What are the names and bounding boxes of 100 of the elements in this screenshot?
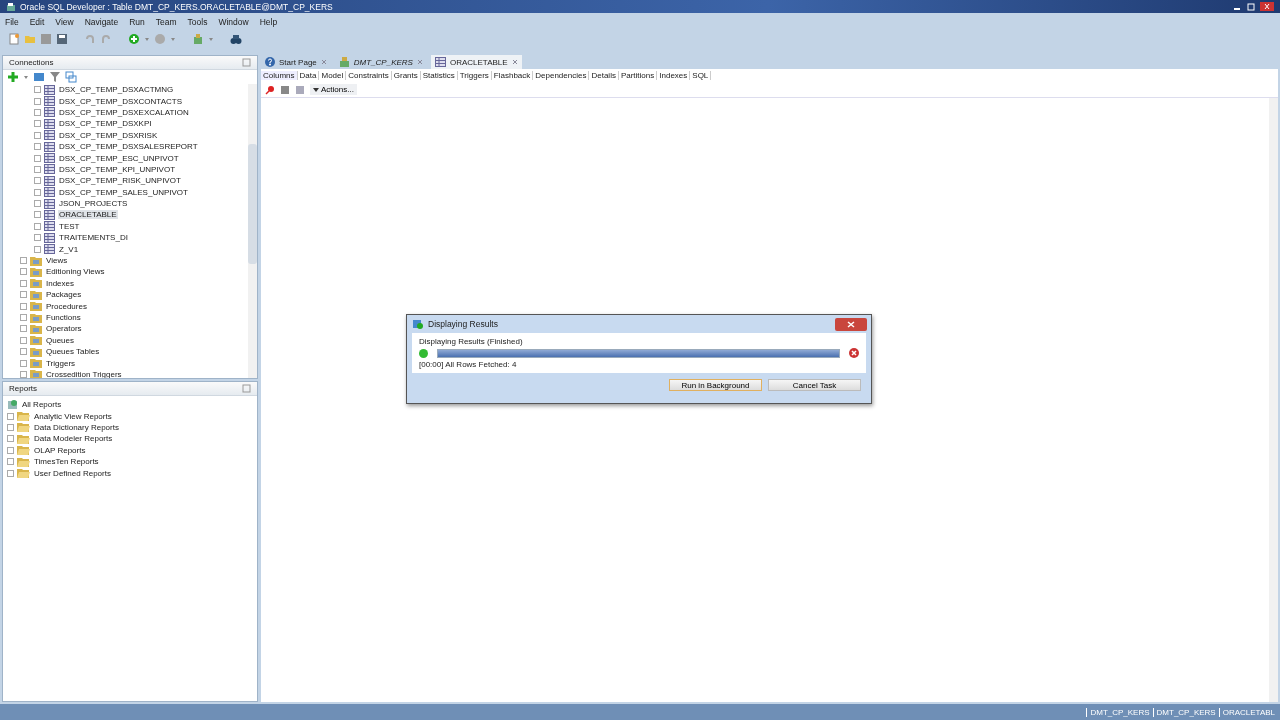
redo-icon[interactable] [100,32,112,45]
tree-item[interactable]: Z_V1 [58,244,80,254]
tree-item[interactable]: OLAP Reports [33,445,87,455]
tree-item[interactable]: TEST [58,221,81,231]
pin-icon[interactable] [265,84,275,95]
table-icon [44,244,55,255]
folder-icon [17,422,30,433]
tree-item[interactable]: DSX_CP_TEMP_DSXSALESREPORT [58,142,199,152]
tree-item[interactable]: DSX_CP_TEMP_SALES_UNPIVOT [58,187,189,197]
tree-item[interactable]: Functions [45,313,82,322]
subtab[interactable]: Constraints [346,71,392,80]
subtab[interactable]: Partitions [618,71,658,80]
tree-item[interactable]: Data Dictionary Reports [33,422,120,432]
new-file-icon[interactable] [8,32,20,45]
tree-item[interactable]: Indexes [45,278,76,288]
editor-tab[interactable]: Start Page [261,55,331,69]
subtab[interactable]: Statistics [420,71,458,80]
tree-item[interactable]: ORACLETABLE [58,210,118,220]
subtab[interactable]: Grants [391,71,421,80]
folder-icon [17,468,30,479]
status-text: ORACLETABL [1218,707,1278,717]
run-background-button[interactable]: Run in Background [669,379,762,391]
folder-icon [17,411,30,422]
tree-item[interactable]: DSX_CP_TEMP_DSXCONTACTS [58,96,183,106]
tree-item[interactable]: DSX_CP_TEMP_DSXACTMNG [58,85,175,95]
add-icon[interactable] [7,71,19,83]
folder-icon [17,433,30,444]
tree-item[interactable]: TRAITEMENTS_DI [58,233,129,243]
actions-button[interactable]: Actions... [310,84,357,95]
window-title: Oracle SQL Developer : Table DMT_CP_KERS.ORACLETABLE@DMT_CP_KERS [20,1,333,12]
close-icon[interactable] [835,317,867,331]
undo-icon[interactable] [84,32,96,45]
tree-item[interactable]: Queues [45,335,76,345]
table-icon [44,187,55,198]
app-icon [6,1,16,12]
panel-title: Reports [9,384,37,393]
table-icon [44,107,55,118]
subtab[interactable]: Flashback [491,71,534,80]
table-icon [44,221,55,232]
tree-item[interactable]: Crossedition Triggers [45,369,123,378]
menu-item[interactable]: Edit [29,16,45,27]
tree-item[interactable]: DSX_CP_TEMP_ESC_UNPIVOT [58,153,180,163]
subtab[interactable]: Triggers [457,71,492,80]
tree-item[interactable]: Editioning Views [45,267,106,277]
menu-item[interactable]: Navigate [84,16,119,27]
close-icon[interactable] [320,59,327,65]
tree-item[interactable]: DSX_CP_TEMP_RISK_UNPIVOT [58,176,182,186]
close-icon[interactable] [416,59,423,65]
tree-item[interactable]: All Reports [21,400,63,410]
caret-icon [313,86,319,93]
table-icon [44,210,55,220]
close-icon[interactable] [511,59,518,65]
menu-item[interactable]: Window [218,16,249,27]
subtab[interactable]: SQL [690,71,712,80]
schema-icon[interactable] [65,71,77,83]
subtab[interactable]: Data [297,71,320,80]
table-icon [44,164,55,175]
tree-item[interactable]: Queues Tables [45,347,101,357]
tree-item[interactable]: DSX_CP_TEMP_DSXEXCALATION [58,107,190,117]
scrollbar-thumb[interactable] [248,144,257,264]
menu-item[interactable]: View [55,16,74,27]
menu-item[interactable]: Run [129,16,145,27]
tree-item[interactable]: Triggers [45,358,77,368]
database-icon[interactable] [192,32,204,45]
menu-item[interactable]: Team [155,16,177,27]
scrollbar[interactable] [1269,98,1278,702]
tree-item[interactable]: DSX_CP_TEMP_DSXKPI [58,119,153,129]
folder-icon [30,346,42,357]
table-icon [44,232,55,243]
subtab[interactable]: Details [589,71,619,80]
subtab[interactable]: Indexes [657,71,691,80]
maximize-icon[interactable] [1246,2,1256,11]
subtab[interactable]: Columns [261,71,298,80]
folder-icon [30,301,42,312]
tree-item[interactable]: Analytic View Reports [33,411,113,421]
subtab[interactable]: Dependencies [533,71,590,80]
menu-item[interactable]: Help [259,16,278,27]
cancel-icon[interactable] [849,348,859,358]
tree-item[interactable]: Views [45,256,69,266]
close-icon[interactable] [1260,2,1274,11]
tree-item[interactable]: User Defined Reports [33,468,112,478]
save-all-icon[interactable] [56,32,68,45]
tree-item[interactable]: JSON_PROJECTS [58,199,129,209]
editor-tab[interactable]: ORACLETABLE [430,55,522,69]
tree-item[interactable]: Procedures [45,301,88,311]
menu-item[interactable]: Tools [187,16,208,27]
editor-tab[interactable]: DMT_CP_KERS [334,55,427,69]
binoculars-icon[interactable] [230,32,242,45]
tree-item[interactable]: TimesTen Reports [33,457,100,467]
folder-icon [30,335,42,346]
cancel-button[interactable]: Cancel Task [768,379,861,391]
tree-item[interactable]: Data Modeler Reports [33,434,114,444]
tree-item[interactable]: Operators [45,324,83,334]
menu-item[interactable]: File [5,16,19,27]
tree-item[interactable]: Packages [45,290,83,300]
tree-item[interactable]: DSX_CP_TEMP_KPI_UNPIVOT [58,164,177,174]
run-icon[interactable] [128,32,140,45]
table-icon [44,141,55,152]
subtab[interactable]: Model [319,71,347,80]
tree-item[interactable]: DSX_CP_TEMP_DSXRISK [58,130,159,140]
